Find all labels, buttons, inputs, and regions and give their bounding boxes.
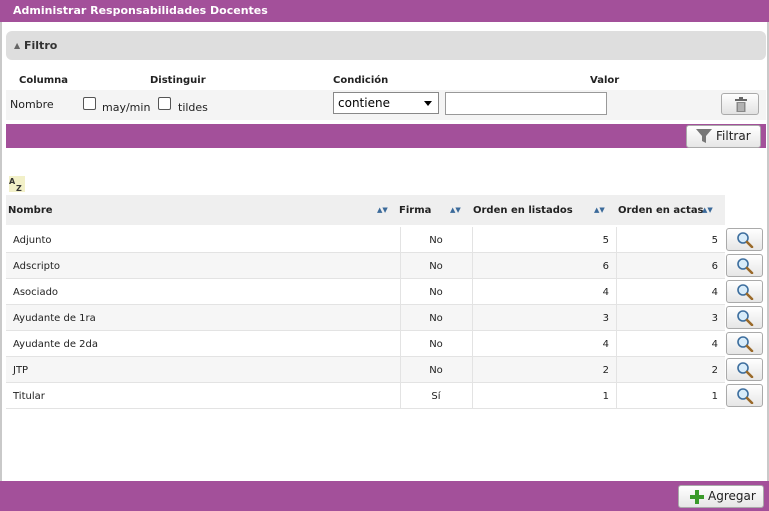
view-row-button[interactable] [726,384,763,407]
collapse-arrow-icon: ▲ [14,41,21,50]
table-row: Ayudante de 1ra No 3 3 [6,305,725,331]
cell-firma: No [429,313,443,324]
table-row: Ayudante de 2da No 4 4 [6,331,725,357]
magnifier-icon [737,232,754,248]
filtrar-button[interactable]: Filtrar [686,125,761,148]
view-row-button[interactable] [726,306,763,329]
magnifier-icon [737,336,754,352]
cell-orden-actas: 3 [711,313,718,324]
filter-section-header[interactable]: ▲ Filtro [6,31,766,60]
column-header-nombre[interactable]: Nombre [8,205,53,216]
column-header-firma[interactable]: Firma [399,205,431,216]
table-row: Adscripto No 6 6 [6,253,725,279]
agregar-button-label: Agregar [708,489,756,503]
filter-section-label: Filtro [24,39,58,52]
frame-left-border [0,22,2,481]
agregar-button[interactable]: Agregar [678,485,764,508]
cell-nombre: Asociado [13,287,59,298]
filter-header-valor: Valor [590,75,620,86]
view-row-button[interactable] [726,280,763,303]
condition-select-value: contiene [338,96,390,110]
cell-orden-actas: 5 [711,235,718,246]
sort-firma-icon[interactable]: ▲▼ [450,206,461,214]
magnifier-icon [737,284,754,300]
magnifier-icon [737,388,754,404]
filter-header-columna: Columna [19,75,69,86]
table-row: Asociado No 4 4 [6,279,725,305]
cell-orden-listados: 6 [602,261,609,272]
table-row: Titular Sí 1 1 [6,383,725,409]
cell-firma: No [429,287,443,298]
cell-orden-listados: 4 [602,287,609,298]
page-title: Administrar Responsabilidades Docentes [0,0,769,22]
sort-listados-icon[interactable]: ▲▼ [594,206,605,214]
cell-firma: No [429,365,443,376]
filter-header-condicion: Condición [333,75,389,86]
cell-nombre: Ayudante de 2da [13,339,98,350]
condition-select[interactable]: contiene [333,92,439,114]
filtrar-button-label: Filtrar [716,129,751,143]
cell-orden-actas: 1 [711,391,718,402]
cell-nombre: Adjunto [13,235,52,246]
column-header-orden-actas[interactable]: Orden en actas [618,205,704,216]
view-row-button[interactable] [726,358,763,381]
bottom-action-band [0,481,769,511]
sort-nombre-icon[interactable]: ▲▼ [377,206,388,214]
trash-icon [735,97,747,112]
may-min-label: may/min [102,101,151,114]
svg-text:A: A [9,177,16,186]
cell-firma: No [429,261,443,272]
cell-orden-listados: 5 [602,235,609,246]
view-row-button[interactable] [726,332,763,355]
view-row-button[interactable] [726,254,763,277]
cell-firma: No [429,339,443,350]
tildes-label: tildes [178,101,208,114]
filter-action-band [6,124,766,148]
cell-orden-actas: 2 [711,365,718,376]
cell-orden-listados: 4 [602,339,609,350]
tildes-checkbox[interactable] [158,97,171,110]
cell-orden-actas: 6 [711,261,718,272]
clear-filter-button[interactable] [721,93,759,115]
table-row: Adjunto No 5 5 [6,227,725,253]
magnifier-icon [737,362,754,378]
cell-orden-listados: 1 [602,391,609,402]
plus-icon [690,490,704,504]
cell-nombre: Ayudante de 1ra [13,313,96,324]
svg-text:Z: Z [16,184,22,192]
magnifier-icon [737,310,754,326]
funnel-icon [696,129,712,143]
may-min-checkbox[interactable] [83,97,96,110]
sort-actas-icon[interactable]: ▲▼ [702,206,713,214]
cell-orden-listados: 3 [602,313,609,324]
sort-az-icon[interactable]: A Z [9,176,25,193]
cell-nombre: JTP [13,365,29,376]
cell-nombre: Adscripto [13,261,60,272]
table-row: JTP No 2 2 [6,357,725,383]
cell-orden-listados: 2 [602,365,609,376]
filter-header-distinguir: Distinguir [150,75,206,86]
view-row-button[interactable] [726,228,763,251]
table-header: Nombre ▲▼ Firma ▲▼ Orden en listados ▲▼ … [6,195,725,225]
column-header-orden-listados[interactable]: Orden en listados [473,205,573,216]
cell-orden-actas: 4 [711,339,718,350]
chevron-down-icon [424,101,432,106]
cell-nombre: Titular [13,391,45,402]
cell-orden-actas: 4 [711,287,718,298]
filter-column-name: Nombre [10,98,54,111]
cell-firma: Sí [431,391,441,402]
value-input[interactable] [445,92,607,115]
magnifier-icon [737,258,754,274]
cell-firma: No [429,235,443,246]
